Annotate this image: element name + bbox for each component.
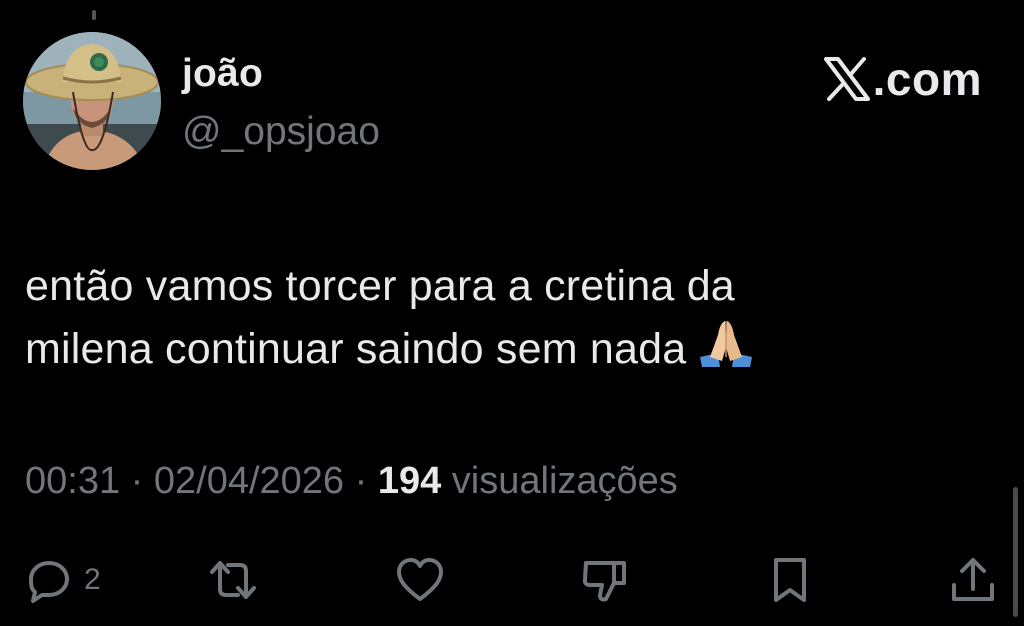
- thumbs-down-icon: [582, 561, 626, 602]
- reply-count: 2: [84, 563, 101, 596]
- meta-separator: ·: [344, 460, 378, 502]
- views-label: visualizações: [441, 460, 678, 502]
- bookmark-icon: [774, 558, 806, 602]
- author-handle[interactable]: @_opsjoao: [182, 110, 380, 154]
- folded-hands-icon: [700, 321, 753, 367]
- top-indicator: [92, 10, 96, 20]
- action-bar: 2: [0, 550, 1024, 610]
- author-name[interactable]: joão: [182, 52, 263, 96]
- bookmark-button[interactable]: [765, 550, 815, 610]
- share-icon: [952, 558, 994, 601]
- meta-separator: ·: [120, 460, 154, 502]
- retweet-button[interactable]: [208, 550, 258, 610]
- tweet-line-2-wrap: milena continuar saindo sem nada: [25, 317, 925, 380]
- retweet-icon: [210, 561, 256, 599]
- tweet-text: então vamos torcer para a cretina da mil…: [25, 255, 925, 380]
- heart-icon: [397, 558, 443, 601]
- avatar[interactable]: [23, 32, 161, 170]
- tweet-meta: 00:31 · 02/04/2026 · 194 visualizações: [25, 460, 678, 503]
- tweet-time[interactable]: 00:31: [25, 460, 120, 502]
- brand-text: .com: [872, 53, 982, 105]
- share-button[interactable]: [948, 550, 998, 610]
- tweet-line-2: milena continuar saindo sem nada: [25, 325, 687, 373]
- reply-icon: [29, 561, 69, 603]
- like-button[interactable]: [395, 550, 445, 610]
- reply-button[interactable]: 2: [24, 550, 101, 610]
- dislike-button[interactable]: [580, 550, 630, 610]
- brand-logo: .com: [823, 52, 982, 106]
- tweet-line-1: então vamos torcer para a cretina da: [25, 262, 735, 310]
- tweet-date[interactable]: 02/04/2026: [154, 460, 344, 502]
- scrollbar[interactable]: [1013, 487, 1018, 617]
- views-count: 194: [377, 460, 442, 502]
- x-logo-icon: [823, 57, 870, 101]
